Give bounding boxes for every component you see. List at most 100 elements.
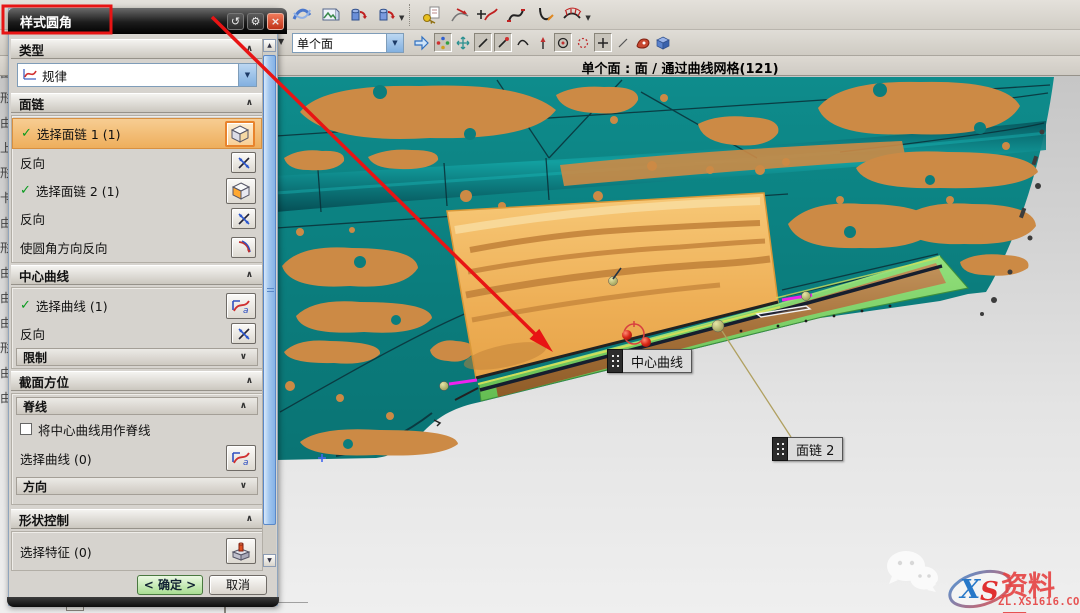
select-curve-button[interactable]: a [226, 445, 256, 471]
toolbar-separator [409, 4, 414, 26]
s-curve-icon[interactable] [504, 3, 528, 27]
cylinder-arrow-alt-icon[interactable] [374, 3, 398, 27]
select-face-chain-2-row[interactable]: ✓ 选择面链 2 (1) [12, 176, 262, 205]
styled-fillet-dialog: 样式圆角 ↺ ⚙ × 类型 ∧ 规律 ▼ 面链 ∧ ✓ 选择面链 1 (1) 反… [8, 8, 278, 606]
end-point-icon[interactable] [474, 33, 492, 52]
image-cube-icon[interactable] [318, 3, 342, 27]
select-feature-button[interactable] [226, 538, 256, 564]
cancel-button[interactable]: 取消 [209, 575, 267, 595]
chevron-up-icon[interactable]: ∧ [246, 514, 253, 524]
chevron-up-icon[interactable]: ∧ [246, 44, 253, 54]
reverse-direction-button[interactable] [231, 152, 256, 173]
center-point-icon[interactable] [554, 33, 572, 52]
limits-subsection[interactable]: 限制 ∨ [16, 348, 258, 366]
overflow-chevron-icon[interactable]: ▼ [278, 37, 284, 46]
direction-subsection[interactable]: 方向 ∨ [16, 477, 258, 495]
reverse-direction-button[interactable] [231, 208, 256, 229]
face-chain-2-label[interactable]: 面链 2 [772, 437, 843, 461]
label-leader-line [722, 331, 791, 437]
face-chain-2-select-button[interactable] [226, 178, 256, 204]
scroll-up-icon[interactable]: ▲ [263, 39, 276, 52]
check-icon: ✓ [21, 126, 32, 141]
select-curve-button[interactable]: a [226, 293, 256, 319]
type-dropdown-value: 规律 [42, 66, 238, 85]
dropdown-arrow-icon[interactable]: ▼ [399, 14, 404, 22]
center-curve-section-header[interactable]: 中心曲线 ∧ [11, 265, 263, 285]
dialog-titlebar[interactable]: 样式圆角 ↺ ⚙ × [8, 8, 287, 34]
snap-point-toolbar [434, 33, 672, 52]
center-curve-label-text: 中心曲线 [623, 349, 692, 373]
dialog-title: 样式圆角 [8, 12, 227, 31]
dialog-button-row: < 确定 > 取消 [9, 575, 265, 599]
reverse-curve-row: 反向 [12, 321, 262, 346]
control-point-icon[interactable] [494, 33, 512, 52]
selection-scope-value: 单个面 [293, 35, 386, 52]
select-face-chain-1-row[interactable]: ✓ 选择面链 1 (1) [12, 118, 262, 149]
key-document-icon[interactable] [420, 3, 444, 27]
chevron-down-icon[interactable]: ∨ [240, 352, 247, 362]
quadrant-point-icon[interactable] [534, 33, 552, 52]
spine-select-curve-row[interactable]: 选择曲线 (0) a [12, 441, 262, 475]
j-curve-icon[interactable] [532, 3, 556, 27]
curve-point-icon[interactable] [514, 33, 532, 52]
type-section-header[interactable]: 类型 ∧ [11, 39, 263, 59]
shape-control-group: 选择特征 (0) [11, 531, 263, 571]
solid-select-icon[interactable] [654, 33, 672, 52]
face-chain-group: ✓ 选择面链 1 (1) 反向 ✓ 选择面链 2 (1) 反向 使圆角方向反向 [11, 115, 263, 263]
check-icon: ✓ [20, 298, 31, 313]
surface-swoosh-icon[interactable] [290, 3, 314, 27]
cross-section-group: 脊线 ∧ 将中心曲线用作脊线 选择曲线 (0) a 方向 ∨ [11, 393, 263, 505]
reverse-direction-row-2: 反向 [12, 205, 262, 232]
chevron-down-icon[interactable]: ∨ [240, 481, 247, 491]
face-select-icon[interactable] [634, 33, 652, 52]
svg-text:a: a [243, 306, 249, 316]
ok-button[interactable]: < 确定 > [137, 575, 203, 595]
reverse-direction-row-1: 反向 [12, 149, 262, 176]
label-grip-icon[interactable] [772, 437, 788, 461]
snap-point-icon[interactable] [434, 33, 452, 52]
forward-arrow-icon[interactable] [412, 34, 430, 55]
curve-arrow-icon[interactable] [448, 3, 472, 27]
label-grip-icon[interactable] [607, 349, 623, 373]
check-icon: ✓ [20, 183, 31, 198]
scroll-down-icon[interactable]: ▼ [263, 554, 276, 567]
svg-text:a: a [243, 458, 249, 468]
curve-comb-icon[interactable] [560, 3, 584, 27]
dropdown-arrow-icon[interactable]: ▼ [585, 14, 590, 22]
intersection-point-icon[interactable] [594, 33, 612, 52]
dropdown-button[interactable]: ▼ [386, 34, 403, 52]
select-feature-row[interactable]: 选择特征 (0) [12, 532, 262, 570]
shape-control-header[interactable]: 形状控制 ∧ [11, 509, 263, 529]
circle-point-icon[interactable] [574, 33, 592, 52]
checkbox[interactable] [20, 423, 32, 435]
dialog-resize-bar[interactable] [7, 597, 279, 607]
cross-section-header[interactable]: 截面方位 ∧ [11, 371, 263, 391]
close-icon[interactable]: × [267, 13, 284, 30]
chevron-up-icon[interactable]: ∧ [246, 270, 253, 280]
scrollbar-thumb[interactable] [263, 55, 276, 525]
center-curve-group: ✓ 选择曲线 (1) a 反向 限制 ∨ [11, 287, 263, 369]
line-point-icon[interactable] [614, 33, 632, 52]
cylinder-arrow-icon[interactable] [346, 3, 370, 27]
spine-subsection[interactable]: 脊线 ∧ [16, 397, 258, 415]
center-curve-label[interactable]: 中心曲线 [607, 349, 692, 373]
gear-icon[interactable]: ⚙ [247, 13, 264, 30]
face-chain-section-header[interactable]: 面链 ∧ [11, 93, 263, 113]
select-curve-row[interactable]: ✓ 选择曲线 (1) a [12, 290, 262, 321]
chevron-up-icon[interactable]: ∧ [240, 401, 247, 411]
dialog-scrollbar[interactable]: ▲ ▼ [262, 39, 276, 567]
reset-icon[interactable]: ↺ [227, 13, 244, 30]
flip-fillet-direction-button[interactable] [231, 237, 256, 258]
chevron-up-icon[interactable]: ∧ [246, 98, 253, 108]
dropdown-button[interactable]: ▼ [238, 64, 256, 86]
reverse-direction-button[interactable] [231, 323, 256, 344]
type-dropdown[interactable]: 规律 ▼ [17, 63, 257, 87]
chevron-up-icon[interactable]: ∧ [246, 376, 253, 386]
move-point-icon[interactable] [454, 33, 472, 52]
use-center-as-spine-row[interactable]: 将中心曲线用作脊线 [12, 417, 262, 441]
face-chain-1-select-button[interactable] [225, 121, 255, 147]
curve-cross-icon[interactable] [476, 3, 500, 27]
selection-status-text: 单个面 : 面 / 通过曲线网格(121) [280, 58, 1080, 77]
selection-scope-dropdown[interactable]: 单个面 ▼ [292, 33, 404, 53]
flip-fillet-direction-row: 使圆角方向反向 [12, 232, 262, 262]
